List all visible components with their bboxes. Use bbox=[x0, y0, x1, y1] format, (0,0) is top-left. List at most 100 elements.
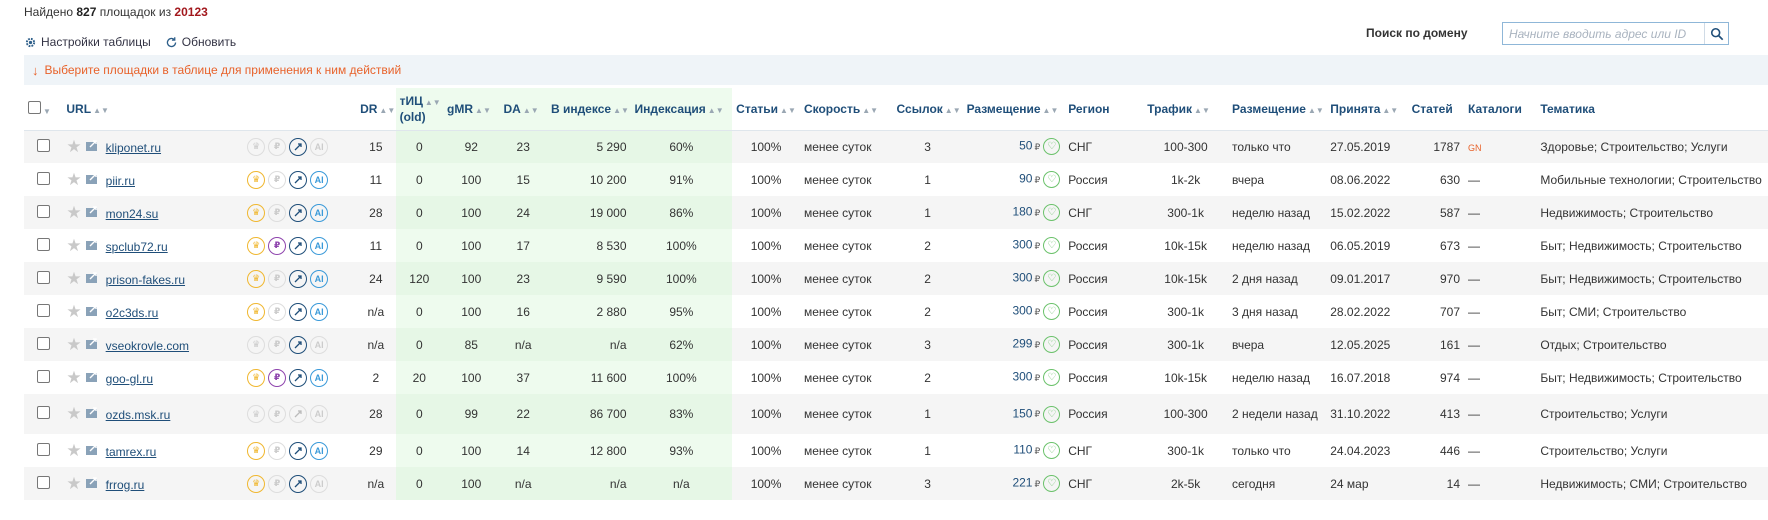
buy-icon[interactable]: ♡ bbox=[1043, 171, 1061, 188]
rocket-icon[interactable] bbox=[289, 368, 308, 387]
external-link-icon[interactable] bbox=[85, 407, 99, 419]
ai-icon[interactable]: AI bbox=[310, 441, 329, 460]
crown-icon[interactable]: ♛ bbox=[247, 203, 266, 222]
external-link-icon[interactable] bbox=[85, 140, 99, 152]
crown-icon[interactable]: ♛ bbox=[247, 441, 266, 460]
rocket-icon[interactable] bbox=[289, 137, 308, 156]
ruble-icon[interactable]: ₽ bbox=[268, 203, 287, 222]
buy-icon[interactable]: ♡ bbox=[1043, 138, 1061, 156]
row-checkbox[interactable] bbox=[24, 361, 63, 394]
rocket-icon[interactable] bbox=[289, 302, 308, 321]
crown-icon[interactable]: ♛ bbox=[247, 405, 266, 423]
rocket-icon[interactable] bbox=[289, 441, 308, 460]
rocket-icon[interactable] bbox=[289, 405, 308, 423]
ruble-icon[interactable]: ₽ bbox=[268, 137, 287, 156]
col-links[interactable]: Ссылок ▲▼ bbox=[892, 88, 963, 131]
star-icon[interactable]: ★ bbox=[66, 474, 81, 493]
buy-icon[interactable]: ♡ bbox=[1043, 475, 1061, 492]
price-cell[interactable]: 300 ₽ ♡ bbox=[962, 229, 1065, 262]
ai-icon[interactable]: AI bbox=[310, 335, 329, 354]
site-url-link[interactable]: spclub72.ru bbox=[106, 240, 168, 254]
crown-icon[interactable]: ♛ bbox=[247, 335, 266, 354]
search-button[interactable] bbox=[1704, 23, 1728, 44]
table-settings-button[interactable]: Настройки таблицы bbox=[24, 35, 151, 49]
site-url-link[interactable]: goo-gl.ru bbox=[106, 372, 153, 386]
star-icon[interactable]: ★ bbox=[66, 368, 81, 387]
rocket-icon[interactable] bbox=[289, 203, 308, 222]
rocket-icon[interactable] bbox=[289, 236, 308, 255]
row-checkbox[interactable] bbox=[24, 229, 63, 262]
ruble-icon[interactable]: ₽ bbox=[268, 474, 287, 493]
col-index[interactable]: В индексе ▲▼ bbox=[546, 88, 631, 131]
ruble-icon[interactable]: ₽ bbox=[268, 405, 287, 423]
rocket-icon[interactable] bbox=[289, 269, 308, 288]
row-checkbox[interactable] bbox=[24, 262, 63, 295]
select-all-checkbox[interactable]: ▼ bbox=[24, 88, 63, 131]
ai-icon[interactable]: AI bbox=[310, 236, 329, 255]
price-cell[interactable]: 299 ₽ ♡ bbox=[962, 328, 1065, 361]
col-placement-time[interactable]: Размещение ▲▼ bbox=[1227, 88, 1327, 131]
site-url-link[interactable]: tamrex.ru bbox=[106, 445, 157, 459]
buy-icon[interactable]: ♡ bbox=[1043, 270, 1061, 287]
rocket-icon[interactable] bbox=[289, 170, 308, 189]
col-dr[interactable]: DR ▲▼ bbox=[356, 88, 396, 131]
ai-icon[interactable]: AI bbox=[310, 474, 329, 493]
ruble-icon[interactable]: ₽ bbox=[268, 368, 287, 387]
col-placement-price[interactable]: Размещение ▲▼ bbox=[962, 88, 1065, 131]
ruble-icon[interactable]: ₽ bbox=[268, 335, 287, 354]
star-icon[interactable]: ★ bbox=[66, 404, 81, 423]
buy-icon[interactable]: ♡ bbox=[1043, 237, 1061, 254]
price-cell[interactable]: 50 ₽ ♡ bbox=[962, 130, 1065, 163]
site-url-link[interactable]: vseokrovle.com bbox=[106, 339, 189, 353]
col-gmr[interactable]: gMR ▲▼ bbox=[443, 88, 500, 131]
row-checkbox[interactable] bbox=[24, 434, 63, 467]
buy-icon[interactable]: ♡ bbox=[1043, 405, 1061, 423]
star-icon[interactable]: ★ bbox=[66, 236, 81, 255]
col-url[interactable]: URL ▲▼ bbox=[62, 88, 244, 131]
col-speed[interactable]: Скорость ▲▼ bbox=[799, 88, 893, 131]
row-checkbox[interactable] bbox=[24, 394, 63, 434]
ai-icon[interactable]: AI bbox=[310, 170, 329, 189]
crown-icon[interactable]: ♛ bbox=[247, 368, 266, 387]
star-icon[interactable]: ★ bbox=[66, 302, 81, 321]
col-da[interactable]: DA ▲▼ bbox=[499, 88, 547, 131]
star-icon[interactable]: ★ bbox=[66, 170, 81, 189]
external-link-icon[interactable] bbox=[85, 172, 99, 185]
crown-icon[interactable]: ♛ bbox=[247, 170, 266, 189]
rocket-icon[interactable] bbox=[289, 474, 308, 493]
ai-icon[interactable]: AI bbox=[310, 269, 329, 288]
ai-icon[interactable]: AI bbox=[310, 368, 329, 387]
buy-icon[interactable]: ♡ bbox=[1043, 303, 1061, 320]
external-link-icon[interactable] bbox=[85, 271, 99, 284]
buy-icon[interactable]: ♡ bbox=[1043, 336, 1061, 353]
site-url-link[interactable]: o2c3ds.ru bbox=[106, 306, 159, 320]
star-icon[interactable]: ★ bbox=[66, 335, 81, 354]
row-checkbox[interactable] bbox=[24, 196, 63, 229]
crown-icon[interactable]: ♛ bbox=[247, 137, 266, 156]
row-checkbox[interactable] bbox=[24, 328, 63, 361]
external-link-icon[interactable] bbox=[85, 304, 99, 317]
external-link-icon[interactable] bbox=[85, 443, 99, 456]
site-url-link[interactable]: mon24.su bbox=[106, 207, 159, 221]
star-icon[interactable]: ★ bbox=[66, 441, 81, 460]
ruble-icon[interactable]: ₽ bbox=[268, 441, 287, 460]
external-link-icon[interactable] bbox=[85, 238, 99, 251]
external-link-icon[interactable] bbox=[85, 337, 99, 350]
buy-icon[interactable]: ♡ bbox=[1043, 442, 1061, 459]
ruble-icon[interactable]: ₽ bbox=[268, 170, 287, 189]
ai-icon[interactable]: AI bbox=[310, 137, 329, 156]
site-url-link[interactable]: kliponet.ru bbox=[106, 141, 161, 155]
rocket-icon[interactable] bbox=[289, 335, 308, 354]
crown-icon[interactable]: ♛ bbox=[247, 236, 266, 255]
col-count[interactable]: Статей bbox=[1407, 88, 1465, 131]
price-cell[interactable]: 90 ₽ ♡ bbox=[962, 163, 1065, 196]
external-link-icon[interactable] bbox=[85, 370, 99, 383]
crown-icon[interactable]: ♛ bbox=[247, 302, 266, 321]
crown-icon[interactable]: ♛ bbox=[247, 269, 266, 288]
ruble-icon[interactable]: ₽ bbox=[268, 302, 287, 321]
ruble-icon[interactable]: ₽ bbox=[268, 236, 287, 255]
domain-search-input[interactable] bbox=[1503, 23, 1704, 44]
row-checkbox[interactable] bbox=[24, 467, 63, 500]
col-traffic[interactable]: Трафик ▲▼ bbox=[1143, 88, 1228, 131]
price-cell[interactable]: 150 ₽ ♡ bbox=[962, 394, 1065, 434]
